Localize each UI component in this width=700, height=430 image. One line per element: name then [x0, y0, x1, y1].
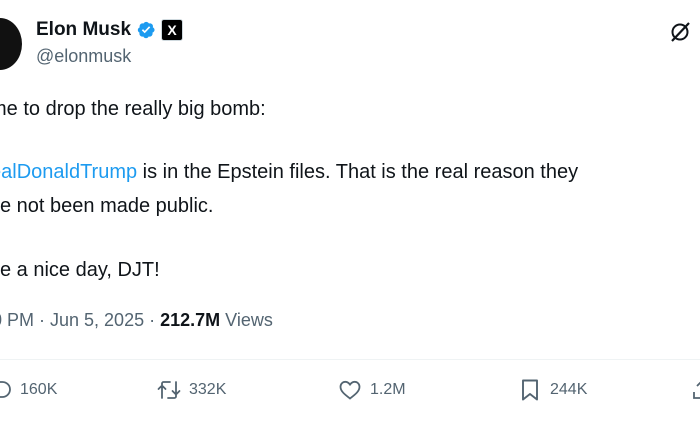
reply-button[interactable]: 160K	[0, 378, 57, 402]
tweet-text-line: me to drop the really big bomb:	[0, 98, 266, 120]
avatar[interactable]	[0, 18, 22, 70]
tweet-meta: 0 PM · Jun 5, 2025 · 212.7M Views	[0, 310, 273, 331]
tweet-text-fragment: is in the Epstein files. That is the rea…	[137, 161, 579, 183]
share-button[interactable]	[690, 378, 700, 402]
views-count: 212.7M	[160, 310, 221, 330]
grok-icon[interactable]	[668, 20, 692, 44]
tweet-text-line: ealDonaldTrump is in the Epstein files. …	[0, 158, 578, 186]
reply-count: 160K	[20, 381, 58, 398]
author-handle[interactable]: @elonmusk	[36, 46, 131, 67]
verified-badge-icon	[136, 20, 156, 40]
like-button[interactable]: 1.2M	[338, 378, 406, 402]
like-count: 1.2M	[370, 381, 406, 398]
divider	[0, 359, 700, 360]
reply-icon	[0, 381, 11, 398]
repost-icon	[157, 381, 181, 399]
meta-separator: ·	[144, 310, 161, 330]
heart-icon	[339, 380, 361, 400]
bookmark-count: 244K	[550, 381, 588, 398]
tweet-text-line: ve a nice day, DJT!	[0, 259, 160, 281]
repost-button[interactable]: 332K	[157, 378, 226, 402]
tweet-time[interactable]: 0 PM	[0, 310, 34, 330]
x-logo-badge: X	[161, 19, 184, 41]
tweet-text-line: ve not been made public.	[0, 195, 214, 217]
tweet-date[interactable]: Jun 5, 2025	[50, 310, 144, 330]
repost-count: 332K	[189, 381, 227, 398]
share-icon	[693, 381, 700, 399]
bookmark-button[interactable]: 244K	[518, 378, 587, 402]
meta-separator: ·	[34, 310, 51, 330]
author-name[interactable]: Elon Musk	[36, 19, 131, 41]
author-row: Elon Musk X	[36, 18, 184, 42]
bookmark-icon	[522, 379, 538, 401]
views-label: Views	[220, 310, 273, 330]
mention-link[interactable]: ealDonaldTrump	[0, 161, 137, 183]
